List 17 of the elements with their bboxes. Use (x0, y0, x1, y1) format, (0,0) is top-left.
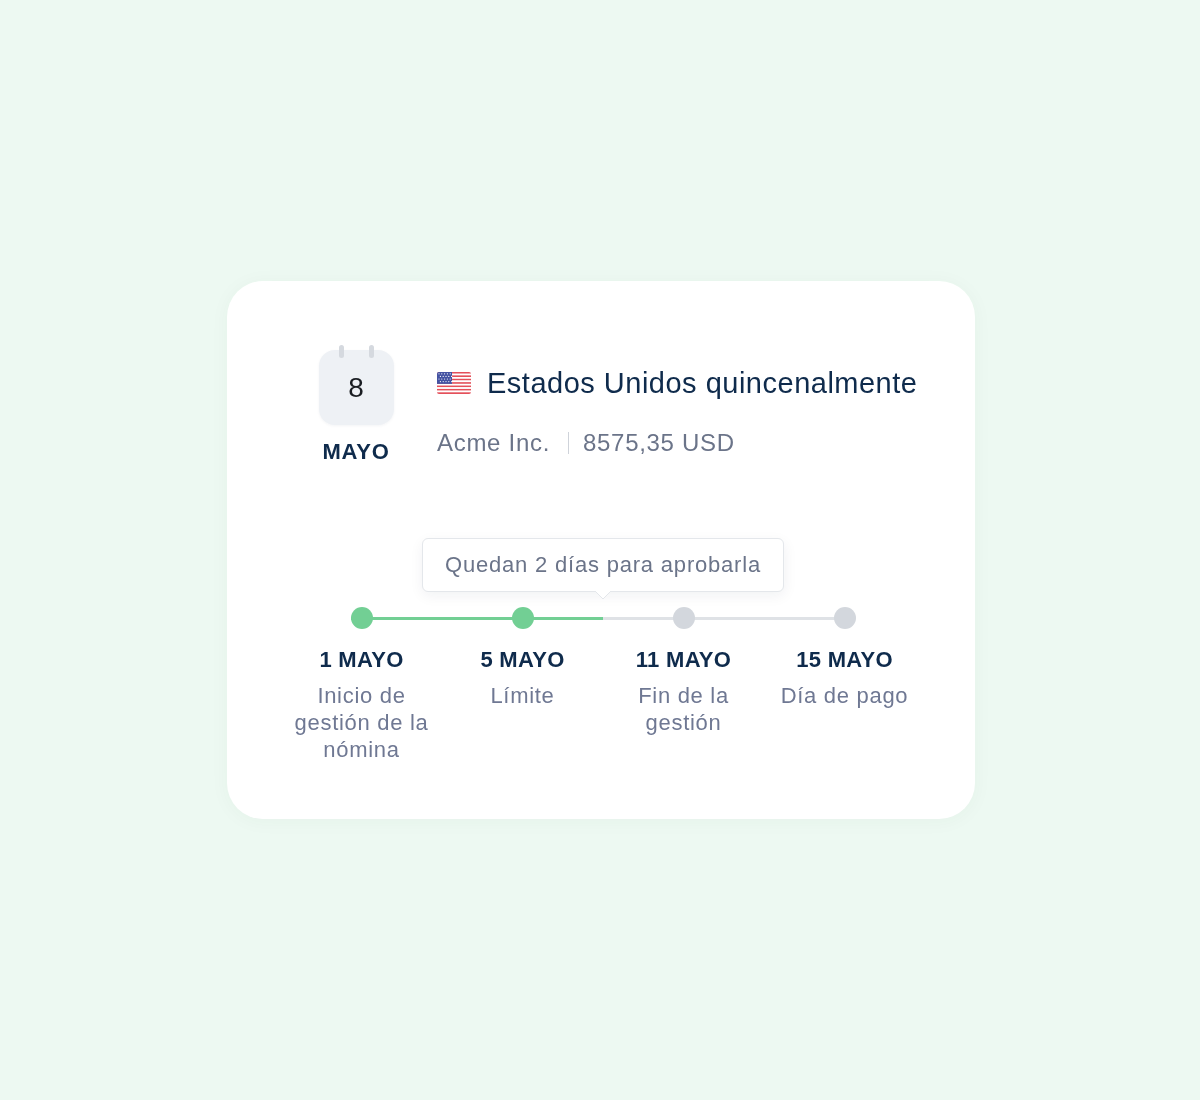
calendar-day: 8 (318, 350, 394, 425)
tooltip: Quedan 2 días para aprobarla (422, 538, 784, 592)
milestone-label: Límite (490, 682, 555, 709)
milestone-date: 11 MAYO (635, 647, 732, 673)
milestone-date: 5 MAYO (480, 647, 565, 673)
milestone-label: Fin de la gestión (637, 682, 730, 736)
tooltip-pointer-icon (595, 591, 611, 599)
milestone-label: Inicio de gestión de la nómina (293, 682, 430, 763)
payroll-amount: 8575,35 USD (583, 429, 735, 457)
company-name: Acme Inc. (437, 429, 550, 457)
calendar-month: MAYO (322, 439, 390, 465)
payroll-title: Estados Unidos quincenalmente (487, 366, 918, 400)
milestone-date: 1 MAYO (319, 647, 404, 673)
milestone-date: 15 MAYO (796, 647, 893, 673)
flag-icon (437, 372, 471, 394)
calendar-rings-icon (338, 345, 374, 358)
milestone-label: Día de pago (780, 682, 909, 709)
